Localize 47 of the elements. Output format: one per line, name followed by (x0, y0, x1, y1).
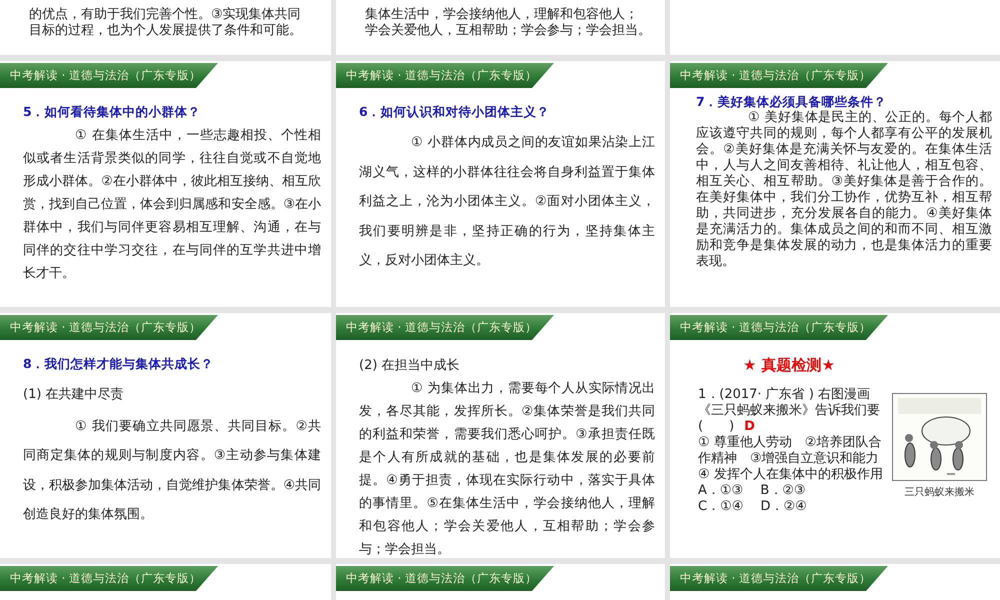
question-text: ① 尊重他人劳动 ②培养团队合 (698, 435, 882, 451)
slide-thumbnail[interactable]: 中考解读 · 道德与法治（广东专版） (670, 564, 1000, 600)
slide-header: 中考解读 · 道德与法治（广东专版） (336, 566, 554, 591)
slide-thumbnail[interactable] (670, 61, 1000, 307)
slide-text: 学会关爱他人，互相帮助；学会参与；学会担当。 (364, 23, 652, 39)
slide-title: 7．美好集体必须具备哪些条件？ (696, 94, 888, 110)
slide-thumbnail[interactable]: 中考解读 · 道德与法治（广东专版） 8．我们怎样才能与集体共成长？ (1) 在共建中尽责 ① 我们要确立共同愿景、共同目标。②共同商定集体的规则与制度内容。③主动参与集体建设，积极参加集体活动，自觉维护集体荣誉。④共同创造良好的集体氛围。 (0, 313, 331, 558)
slide-paragraph: ① 为集体出力，需要每个人从实际情况出发，各尽其能，发挥所长。②集体荣誉是我们共同的利益和荣誉，需要我们悉心呵护。③承担责任既是个人有所成就的基础，也是集体发展的必要前提。④勇于担责，体现在实际行动中，落实于具体的事情里。⑤在集体生活中，学会接纳他人，理解和包容他人；学会关爱他人，互相帮助；学会参与；学会担当。 (359, 380, 655, 558)
slide-title: 6．如何认识和对待小团体主义？ (359, 103, 551, 121)
question-text: 作精神 ③增强自立意识和能力 (698, 451, 879, 467)
slide-thumbnail[interactable]: 集体生活中，学会接纳他人，理解和包容他人； 学会关爱他人，互相帮助；学会参与；学会担当。 (336, 0, 665, 55)
slide-title: ★ 真题检测★ (743, 356, 836, 375)
slide-subtitle: (1) 在共建中尽责 (23, 386, 125, 404)
slide-thumbnail[interactable]: 中考解读 · 道德与法治（广东专版） ★ 真题检测★ 1．(2017· 广东省 ) 右图漫画 《三只蚂蚁来搬米》告诉我们要 ( ) D ① 尊重他人劳动 ②培养团队合 作精神 ③增强自立意识和能力 ④ 发挥个人在集体中的积极作用 A．①③ B．②③ C．①④ D．②④ 三只蚂蚁来搬米 (670, 313, 1000, 558)
slide-text: 集体生活中，学会接纳他人，理解和包容他人； (364, 7, 639, 23)
question-text: ④ 发挥个人在集体中的积极作用 (698, 467, 883, 483)
slide-thumbnail[interactable]: 中考解读 · 道德与法治（广东专版） (336, 564, 665, 600)
slide-header: 中考解读 · 道德与法治（广东专版） (336, 63, 554, 88)
slide-title: 8．我们怎样才能与集体共成长？ (23, 355, 215, 373)
slide-header: 中考解读 · 道德与法治（广东专版） (670, 63, 888, 88)
slide-header: 中考解读 · 道德与法治（广东专版） (670, 566, 888, 591)
slide-thumbnail[interactable] (670, 0, 1000, 55)
slide-title: 5．如何看待集体中的小群体？ (23, 103, 202, 121)
slide-text: 目标的过程，也为个人发展提供了条件和可能。 (28, 23, 303, 39)
slide-paragraph: ① 我们要确立共同愿景、共同目标。②共同商定集体的规则与制度内容。③主动参与集体建设，积极参加集体活动，自觉维护集体荣誉。④共同创造良好的集体氛围。 (23, 418, 321, 524)
slide-thumbnail[interactable]: 中考解读 · 道德与法治（广东专版） 5．如何看待集体中的小群体？ ① 在集体生活中，一些志趣相投、个性相似或者生活背景类似的同学，往往自觉或不自觉地形成小群体。②在小群体中，彼此相互接纳、相互欣赏，找到自己位置，体会到归属感和安全感。③在小群体中，我们与同伴更容易相互理解、沟通，在与同伴的交往中学习交往，在与同伴的互学共进中增长才干。 (0, 61, 331, 307)
question-text: 《三只蚂蚁来搬米》告诉我们要 (698, 403, 880, 419)
question-text: 1．(2017· 广东省 ) 右图漫画 (698, 387, 870, 403)
slide-thumbnail[interactable]: 中考解读 · 道德与法治（广东专版） (0, 564, 331, 600)
figure-caption: 三只蚂蚁来搬米 (904, 486, 974, 499)
slide-thumbnail[interactable]: 中考解读 · 道德与法治（广东专版） (2) 在担当中成长 ① 为集体出力，需要每个人从实际情况出发，各尽其能，发挥所长。②集体荣誉是我们共同的利益和荣誉，需要我们悉心呵护。③承担责任既是个人有所成就的基础，也是集体发展的必要前提。④勇于担责，体现在实际行动中，落实于具体的事情里。⑤在集体生活中，学会接纳他人，理解和包容他人；学会关爱他人，互相帮助；学会参与；学会担当。 (336, 313, 665, 558)
slide-header: 中考解读 · 道德与法治（广东专版） (336, 315, 554, 340)
slide-header: 中考解读 · 道德与法治（广东专版） (0, 315, 218, 340)
slide-paragraph: ① 美好集体是民主的、公正的。每个人都应该遵守共同的规则，每个人都享有公平的发展机会。②美好集体是充满关怀与友爱的。在集体生活中，人与人之间友善相待、礼让他人，相互包容、相互关心、相互帮助。③美好集体是善于合作的。在美好集体中，我们分工协作，优势互补，相互帮助，共同进步，充分发展各自的能力。④美好集体是充满活力的。集体成员之间的和而不同、相互激励和竞争是集体发展的动力，也是集体活力的重要表现。 (696, 110, 992, 270)
answer-mark: D (744, 419, 755, 435)
question-text: C．①④ D．②④ (698, 499, 807, 515)
question-text: A．①③ B．②③ (698, 483, 806, 499)
slide-subtitle: (2) 在担当中成长 (359, 357, 461, 375)
slide-paragraph: ① 在集体生活中，一些志趣相投、个性相似或者生活背景类似的同学，往往自觉或不自觉地形成小群体。②在小群体中，彼此相互接纳、相互欣赏，找到自己位置，体会到归属感和安全感。③在小群体中，我们与同伴更容易相互理解、沟通，在与同伴的交往中学习交往，在与同伴的互学共进中增长才干。 (23, 127, 321, 283)
slide-header: 中考解读 · 道德与法治（广东专版） (0, 566, 218, 591)
slide-header: 中考解读 · 道德与法治（广东专版） (670, 315, 888, 340)
slide-header: 中考解读 · 道德与法治（广东专版） (0, 63, 218, 88)
slide-text: 的优点，有助于我们完善个性。③实现集体共同 (28, 7, 302, 23)
question-text: ( ) (698, 419, 734, 435)
slide-thumbnail[interactable]: 中考解读 · 道德与法治（广东专版） 6．如何认识和对待小团体主义？ ① 小群体内成员之间的友谊如果沾染上江湖义气，这样的小群体往往会将自身利益置于集体利益之上，沦为小团体主义。②面对小团体主义，我们要明辨是非，坚持正确的行为，坚持集体主义，反对小团体主义。 (336, 61, 665, 307)
slide-thumbnail[interactable]: 的优点，有助于我们完善个性。③实现集体共同 目标的过程，也为个人发展提供了条件和可能。 (0, 0, 331, 55)
slide-paragraph: ① 小群体内成员之间的友谊如果沾染上江湖义气，这样的小群体往往会将自身利益置于集体利益之上，沦为小团体主义。②面对小团体主义，我们要明辨是非，坚持正确的行为，坚持集体主义，反对小团体主义。 (359, 134, 655, 270)
